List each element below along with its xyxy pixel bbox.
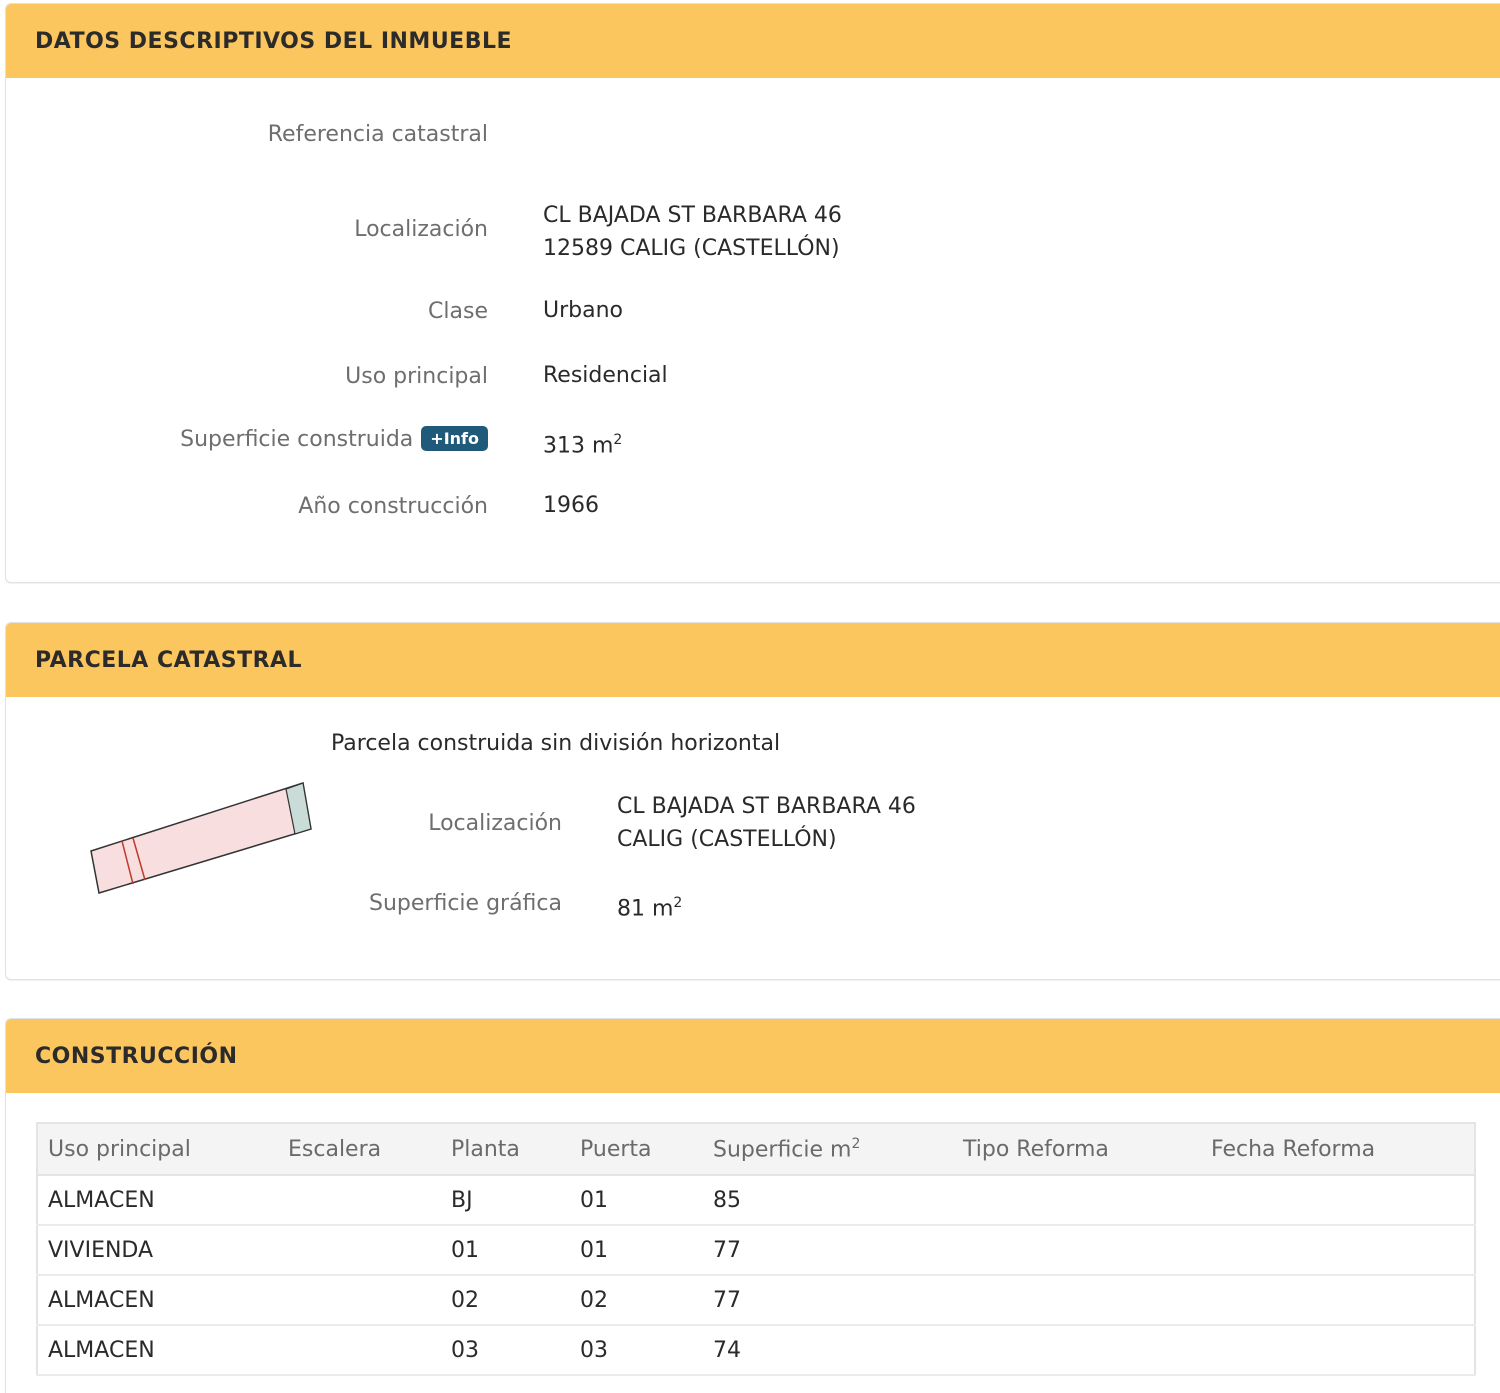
clase-value: Urbano: [543, 298, 623, 323]
col-tipo-reforma: Tipo Reforma: [953, 1123, 1201, 1176]
cell-planta: 02: [441, 1275, 570, 1326]
cell-escalera: [278, 1325, 441, 1376]
cell-puerta: 03: [570, 1325, 703, 1376]
superficie-grafica-label: Superficie gráfica: [369, 891, 562, 916]
referencia-catastral-label: Referencia catastral: [267, 122, 488, 147]
construccion-header: CONSTRUCCIÓN: [6, 1019, 1500, 1093]
uso-principal-value: Residencial: [543, 363, 668, 388]
col-superficie-exponent: 2: [851, 1135, 861, 1152]
table-row: ALMACEN 03 03 74: [37, 1325, 1475, 1376]
parcela-localizacion-label: Localización: [428, 811, 562, 836]
col-escalera: Escalera: [278, 1123, 441, 1176]
cell-escalera: [278, 1225, 441, 1276]
construccion-table: Uso principal Escalera Planta Puerta Sup…: [36, 1122, 1476, 1376]
superficie-construida-label-row: Superficie construida +Info: [180, 426, 488, 452]
info-button[interactable]: +Info: [421, 426, 488, 451]
table-row: ALMACEN 02 02 77: [37, 1275, 1475, 1326]
col-planta: Planta: [441, 1123, 570, 1176]
datos-descriptivos-header: DATOS DESCRIPTIVOS DEL INMUEBLE: [6, 4, 1500, 78]
col-superficie: Superficie m: [713, 1137, 852, 1163]
anio-construccion-value: 1966: [543, 493, 599, 518]
cell-fecha-reforma: [1201, 1325, 1475, 1376]
cell-escalera: [278, 1275, 441, 1326]
superficie-grafica-value: 81 m2: [617, 887, 682, 925]
construccion-table-header-row: Uso principal Escalera Planta Puerta Sup…: [37, 1123, 1475, 1176]
parcel-shape: [90, 782, 312, 894]
cell-superficie: 74: [703, 1325, 953, 1376]
cell-planta: BJ: [441, 1175, 570, 1226]
cell-superficie: 85: [703, 1175, 953, 1226]
uso-principal-label: Uso principal: [345, 364, 488, 389]
col-superficie-header: Superficie m2: [703, 1123, 953, 1176]
cell-fecha-reforma: [1201, 1275, 1475, 1326]
cell-uso: ALMACEN: [37, 1275, 278, 1326]
cell-puerta: 02: [570, 1275, 703, 1326]
cell-uso: ALMACEN: [37, 1325, 278, 1376]
cell-tipo-reforma: [953, 1175, 1201, 1226]
cell-tipo-reforma: [953, 1325, 1201, 1376]
localizacion-value: CL BAJADA ST BARBARA 46 12589 CALIG (CAS…: [543, 199, 842, 265]
cell-puerta: 01: [570, 1175, 703, 1226]
cell-tipo-reforma: [953, 1225, 1201, 1276]
localizacion-line1: CL BAJADA ST BARBARA 46: [543, 203, 842, 228]
cell-tipo-reforma: [953, 1275, 1201, 1326]
table-row: ALMACEN BJ 01 85: [37, 1175, 1475, 1226]
parcela-localizacion-line2: CALIG (CASTELLÓN): [617, 827, 837, 852]
cell-escalera: [278, 1175, 441, 1226]
cell-uso: ALMACEN: [37, 1175, 278, 1226]
parcela-catastral-panel: PARCELA CATASTRAL Parcela construida sin…: [5, 622, 1500, 980]
superficie-grafica-exponent: 2: [673, 895, 683, 911]
parcela-catastral-header: PARCELA CATASTRAL: [6, 623, 1500, 697]
col-puerta: Puerta: [570, 1123, 703, 1176]
superficie-construida-exponent: 2: [613, 432, 623, 448]
superficie-construida-number: 313 m: [543, 433, 614, 459]
col-fecha-reforma: Fecha Reforma: [1201, 1123, 1475, 1176]
cell-fecha-reforma: [1201, 1225, 1475, 1276]
parcela-localizacion-line1: CL BAJADA ST BARBARA 46: [617, 794, 916, 819]
cell-fecha-reforma: [1201, 1175, 1475, 1226]
superficie-grafica-number: 81 m: [617, 896, 674, 922]
clase-label: Clase: [428, 299, 488, 324]
datos-descriptivos-panel: DATOS DESCRIPTIVOS DEL INMUEBLE Referenc…: [5, 3, 1500, 583]
anio-construccion-label: Año construcción: [298, 494, 488, 519]
superficie-construida-label: Superficie construida: [180, 427, 414, 452]
construccion-panel: CONSTRUCCIÓN Uso principal Escalera Plan…: [5, 1018, 1500, 1393]
cell-planta: 01: [441, 1225, 570, 1276]
col-uso-principal: Uso principal: [37, 1123, 278, 1176]
parcela-subtitle: Parcela construida sin división horizont…: [331, 731, 781, 756]
superficie-construida-value: 313 m2: [543, 424, 622, 462]
cell-superficie: 77: [703, 1275, 953, 1326]
table-row: VIVIENDA 01 01 77: [37, 1225, 1475, 1276]
parcel-plan-image[interactable]: [81, 773, 321, 903]
localizacion-label: Localización: [354, 217, 488, 242]
cell-planta: 03: [441, 1325, 570, 1376]
parcela-localizacion-value: CL BAJADA ST BARBARA 46 CALIG (CASTELLÓN…: [617, 790, 916, 856]
cell-superficie: 77: [703, 1225, 953, 1276]
cell-uso: VIVIENDA: [37, 1225, 278, 1276]
cell-puerta: 01: [570, 1225, 703, 1276]
localizacion-line2: 12589 CALIG (CASTELLÓN): [543, 236, 840, 261]
